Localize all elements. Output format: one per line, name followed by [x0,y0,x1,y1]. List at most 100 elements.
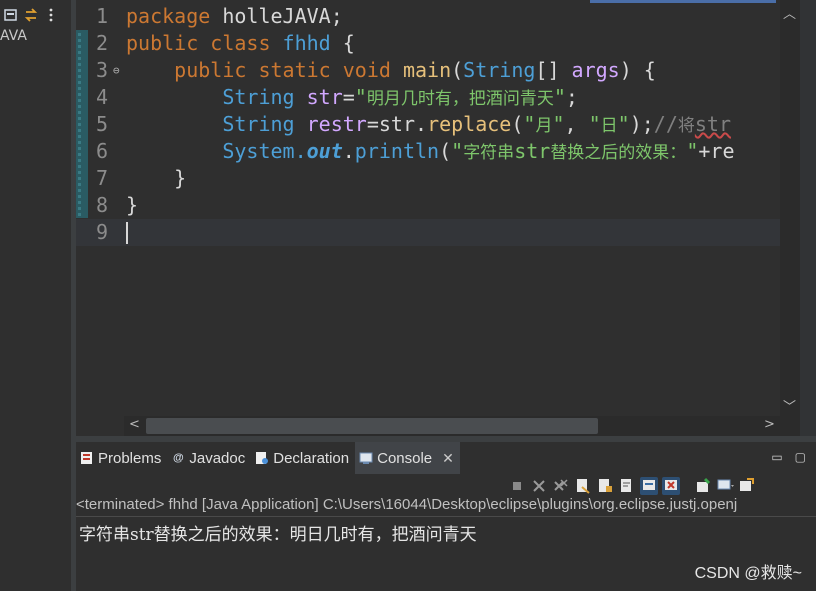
code-token: , [564,112,589,136]
code-text[interactable]: System.out.println("字符串str替换之后的效果："+re [126,138,734,167]
code-text[interactable]: package holleJAVA; [126,3,343,30]
maximize-icon[interactable]: ▢ [795,450,806,464]
code-text[interactable]: public class fhhd { [126,30,355,57]
code-token: ( [451,58,464,82]
line-number: 1 [96,4,109,28]
code-token: 替换之后的效果： [550,143,687,163]
line-number: 8 [96,193,109,217]
terminate-icon[interactable] [508,477,526,495]
code-token: ) { [619,58,656,82]
code-token: ( [439,139,452,163]
javadoc-icon: @ [172,452,184,464]
code-token: " [354,85,367,109]
code-token: 月 [535,116,553,136]
line-number: 6 [96,139,109,163]
code-line[interactable]: 8} [76,192,800,219]
scroll-right-icon[interactable]: > [764,417,775,432]
problems-icon [80,451,94,465]
scroll-left-icon[interactable]: < [129,417,140,432]
show-on-error-icon[interactable] [662,477,680,495]
scroll-down-icon[interactable]: ﹀ [783,396,796,415]
collapse-all-icon[interactable] [4,7,18,21]
horizontal-scroll-thumb[interactable] [146,418,598,434]
code-line[interactable]: 2 public class fhhd { [76,30,800,57]
code-line[interactable]: 6 System.out.println("字符串str替换之后的效果："+re [76,138,800,165]
code-token: holleJAVA; [222,4,343,28]
console-divider [76,516,816,517]
tab-declaration[interactable]: Declaration [251,442,355,474]
close-icon[interactable]: ✕ [442,450,454,467]
code-token: String [463,58,536,82]
clear-console-icon[interactable] [574,477,592,495]
line-number: 4 [96,85,109,109]
minimize-icon[interactable]: ▭ [771,450,782,464]
code-text[interactable]: String restr=str.replace("月", "日");//将st… [126,111,731,140]
view-menu-icon[interactable] [44,7,58,22]
code-text[interactable]: } [126,192,138,219]
code-line[interactable]: 5 String restr=str.replace("月", "日");//将… [76,111,800,138]
code-token: " [523,112,536,136]
code-token: out [306,139,343,163]
code-token: main [402,58,452,82]
explorer-toolbar [4,5,58,23]
fold-toggle-icon[interactable]: ⊖ [113,57,120,84]
editor-tab-accent [590,0,776,3]
console-toolbar [508,474,756,498]
code-text[interactable]: public static void main(String[] args) { [126,57,656,84]
code-line[interactable]: 1 package holleJAVA; [76,3,800,30]
declaration-icon [255,451,269,465]
bottom-panel: Problems @ Javadoc Declaration Console ✕… [76,442,816,591]
code-token: 明月几时有，把酒问青天 [366,89,554,109]
horizontal-scrollbar[interactable]: < > [124,416,780,436]
code-line[interactable]: 9 [76,219,800,246]
show-on-output-icon[interactable] [640,477,658,495]
code-token: System. [222,139,307,163]
vertical-scrollbar[interactable]: ︿ ﹀ [780,0,800,416]
code-token: " [553,85,566,109]
code-token: ; [565,85,578,109]
scroll-lock-icon[interactable] [596,477,614,495]
code-token: " [617,112,630,136]
code-token: restr [306,112,367,136]
link-with-editor-icon[interactable] [24,7,38,22]
code-line[interactable]: 7 } [76,165,800,192]
tab-javadoc[interactable]: @ Javadoc [167,442,251,474]
line-number: 7 [96,166,109,190]
code-editor[interactable]: 1 package holleJAVA; 2 public class fhhd {3… [76,0,800,416]
code-token: +re [698,139,735,163]
console-output[interactable]: 字符串str替换之后的效果：明日几时有，把酒问青天 [79,520,477,545]
code-token: ( [511,112,524,136]
code-text[interactable]: String str="明月几时有，把酒问青天"; [126,84,578,113]
display-console-icon[interactable] [716,477,734,495]
panel-tabs: Problems @ Javadoc Declaration Console ✕ [76,442,460,474]
code-token: . [342,139,355,163]
tab-console[interactable]: Console ✕ [355,442,460,474]
code-token: fhhd [282,31,331,55]
word-wrap-icon[interactable] [618,477,636,495]
code-token: " [552,112,565,136]
pin-console-icon[interactable] [694,477,712,495]
code-text[interactable]: } [126,165,186,192]
tab-label: Console [377,449,433,467]
remove-all-terminated-icon[interactable] [552,477,570,495]
line-number: 9 [96,220,109,244]
code-token: " [686,139,699,163]
line-number: 2 [96,31,109,55]
code-line[interactable]: 3 ⊖ public static void main(String[] args… [76,57,800,84]
panel-window-controls: ▭ ▢ [771,450,806,464]
remove-launch-icon[interactable] [530,477,548,495]
project-label[interactable]: AVA [0,28,27,44]
scroll-up-icon[interactable]: ︿ [783,3,796,22]
code-line[interactable]: 4 String str="明月几时有，把酒问青天"; [76,84,800,111]
tab-problems[interactable]: Problems [76,442,167,474]
code-token: String [222,85,307,109]
line-number: 5 [96,112,109,136]
tab-label: Javadoc [189,449,246,467]
code-token: 日 [600,116,618,136]
console-icon [359,451,373,465]
open-console-icon[interactable] [738,477,756,495]
tab-label: Problems [98,449,162,467]
